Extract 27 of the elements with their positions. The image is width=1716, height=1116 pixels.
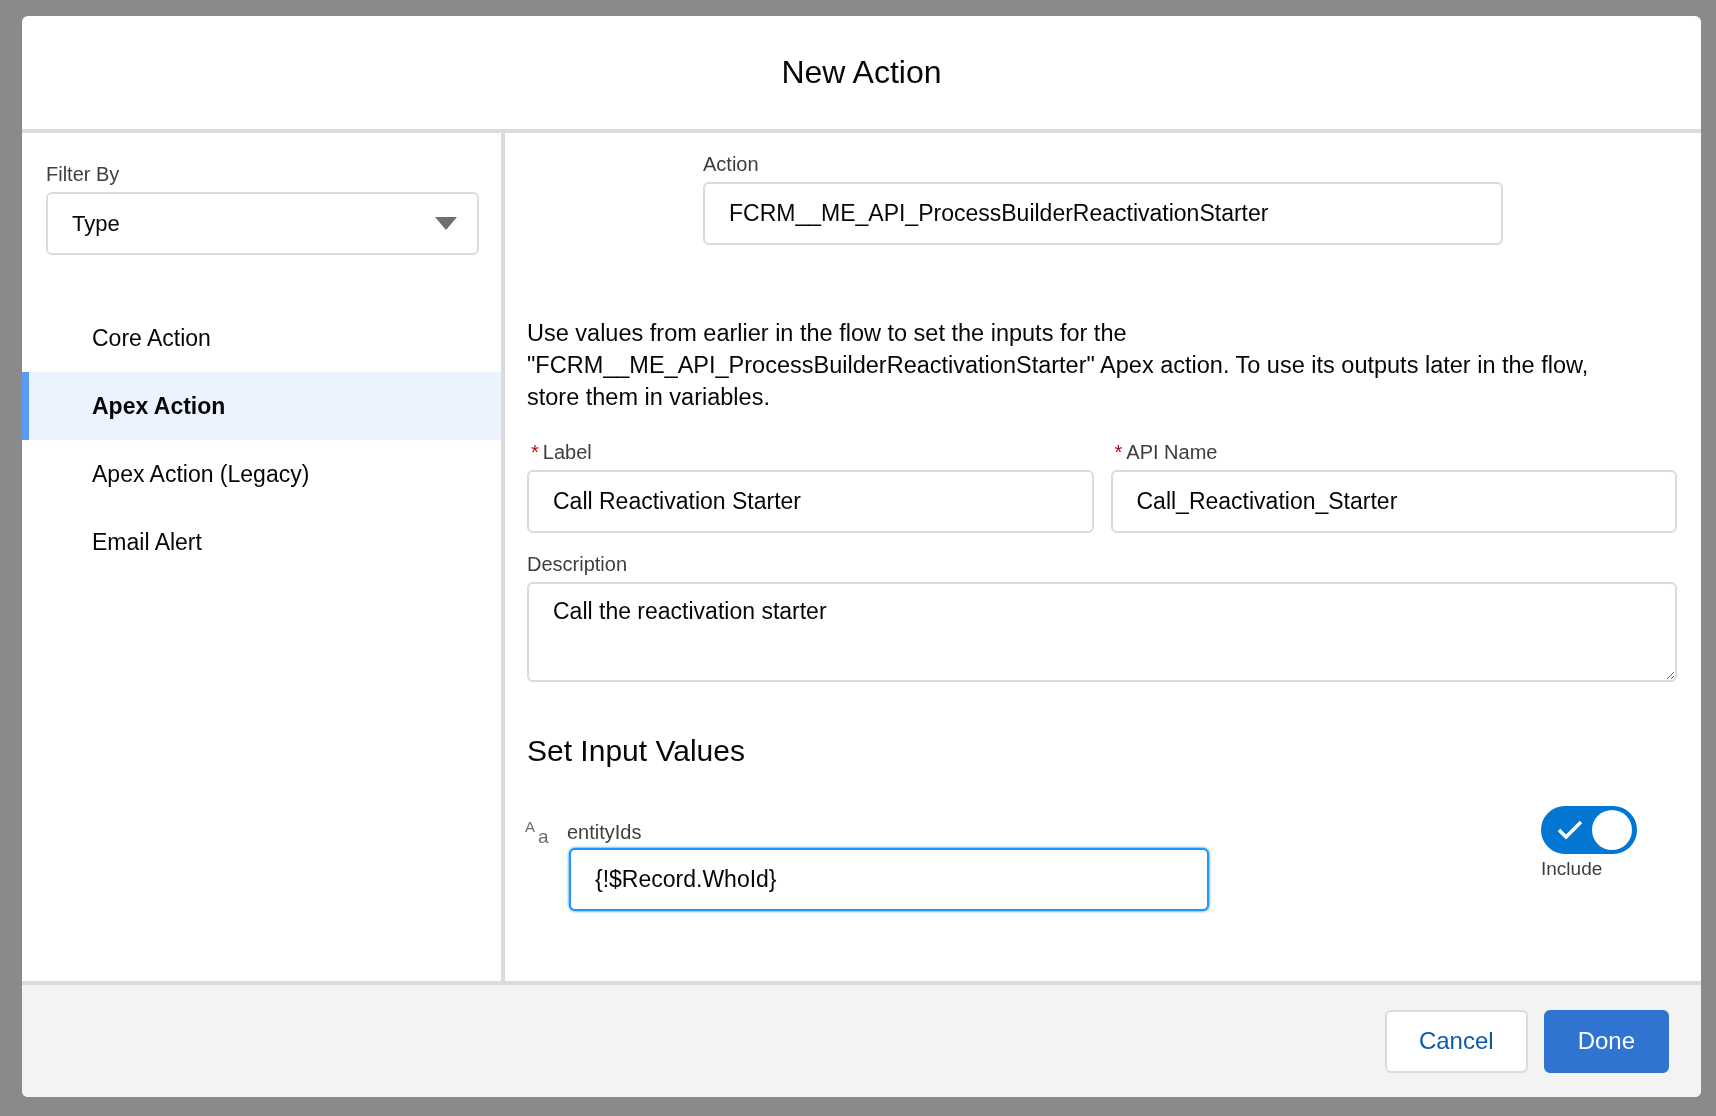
filter-dropdown[interactable]: Type — [46, 192, 479, 255]
section-title: Set Input Values — [527, 734, 746, 768]
field-label: entityIds — [567, 821, 642, 844]
field-label: Label — [542, 441, 592, 464]
field-label: Filter By — [46, 163, 121, 186]
action-field[interactable]: FCRM__ME_API_ProcessBuilderReactivationStarter — [703, 182, 1503, 245]
input-field[interactable]: {!$Record.WhoId} — [569, 848, 1209, 911]
sidebar-item[interactable]: Email Alert — [22, 508, 501, 576]
check-icon — [1557, 820, 1583, 840]
toggle-label: Include — [1541, 858, 1603, 880]
text-field[interactable]: Call_Reactivation_Starter — [1110, 470, 1677, 533]
dialog-title: New Action — [781, 54, 942, 91]
field-label: API Name — [1126, 441, 1218, 464]
required-mark: * — [531, 441, 539, 464]
include-toggle[interactable] — [1541, 806, 1637, 854]
field-label: Action — [703, 153, 760, 176]
sidebar-item[interactable]: Apex Action (Legacy) — [22, 440, 501, 508]
required-mark: * — [1114, 441, 1123, 464]
sidebar-item[interactable]: Core Action — [22, 304, 501, 372]
sidebar-item[interactable]: Apex Action — [22, 372, 501, 440]
caret-icon — [435, 217, 457, 230]
description-field[interactable]: Call the reactivation starter — [527, 582, 1677, 682]
field-label: Description — [527, 553, 629, 576]
cancel-button[interactable]: Cancel — [1384, 1009, 1528, 1073]
text-field[interactable]: Call Reactivation Starter — [527, 470, 1094, 533]
done-button[interactable]: Done — [1543, 1009, 1669, 1073]
intro-text: Use values from earlier in the flow to set the inputs for the "FCRM__ME_API_ProcessBuilderReactivationStarter" Apex action. To use its outputs later in the flow, store them in variables. — [527, 319, 1590, 412]
